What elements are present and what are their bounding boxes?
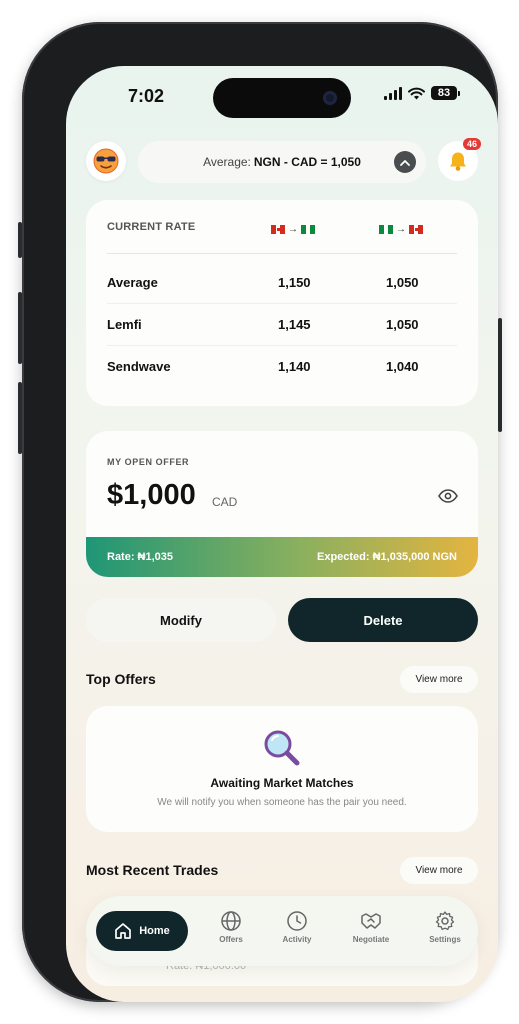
open-offer-card: MY OPEN OFFER $1,000 CAD Rate: ₦1,035 Ex… [86, 431, 478, 577]
rate-row-average: Average 1,150 1,050 [107, 261, 457, 303]
nav-offers-label: Offers [219, 935, 243, 944]
provider-name: Lemfi [107, 316, 142, 332]
rate-row-sendwave: Sendwave 1,140 1,040 [107, 345, 457, 387]
canada-flag-icon [409, 225, 424, 234]
app-screen: 7:02 83 Average: NGN - CAD = 1,050 46 CU… [66, 66, 498, 1002]
dynamic-island [213, 78, 351, 118]
column-header-ngn-to-cad: → [379, 224, 424, 235]
canada-flag-icon [271, 225, 286, 234]
action-button [18, 222, 22, 258]
phone-frame: 7:02 83 Average: NGN - CAD = 1,050 46 CU… [18, 22, 502, 1002]
nav-negotiate[interactable]: Negotiate [341, 910, 401, 944]
nav-home[interactable]: Home [96, 911, 188, 951]
rate-pill-value: NGN - CAD = 1,050 [253, 155, 361, 169]
chevron-up-icon[interactable] [394, 151, 416, 173]
rate-cad-to-ngn: 1,140 [278, 358, 311, 374]
bottom-navigation: Home Offers Activity Negotiate Settings [86, 896, 478, 966]
globe-icon [221, 911, 241, 931]
arrow-right-icon: → [396, 224, 406, 235]
eye-icon[interactable] [438, 489, 458, 503]
status-time: 7:02 [128, 86, 165, 106]
open-offer-label: MY OPEN OFFER [107, 457, 190, 467]
home-icon [115, 923, 132, 939]
battery-icon: 83 [431, 86, 460, 100]
nav-settings-label: Settings [429, 935, 461, 944]
sunglasses-emoji-icon [93, 148, 119, 174]
nav-activity[interactable]: Activity [267, 910, 327, 944]
column-header-cad-to-ngn: → [271, 224, 316, 235]
recent-trades-title: Most Recent Trades [86, 862, 219, 878]
offer-rate-bar: Rate: ₦1,035 Expected: ₦1,035,000 NGN [86, 537, 478, 577]
offer-rate: Rate: ₦1,035 [107, 551, 174, 563]
rate-ngn-to-cad: 1,050 [386, 316, 419, 332]
offer-expected: Expected: ₦1,035,000 NGN [316, 551, 457, 563]
delete-button[interactable]: Delete [288, 598, 478, 642]
notifications-button[interactable]: 46 [438, 138, 481, 181]
empty-state-title: Awaiting Market Matches [210, 776, 354, 790]
rate-pill-prefix: Average: [203, 155, 251, 169]
offer-currency: CAD [212, 495, 238, 509]
nav-activity-label: Activity [282, 935, 312, 944]
top-offers-empty-state: Awaiting Market Matches We will notify y… [86, 706, 478, 832]
handshake-icon [361, 913, 381, 929]
rate-ngn-to-cad: 1,050 [386, 274, 419, 290]
modify-button[interactable]: Modify [86, 598, 276, 642]
rate-cad-to-ngn: 1,150 [278, 274, 311, 290]
nigeria-flag-icon [301, 225, 316, 234]
arrow-right-icon: → [288, 224, 298, 235]
nav-settings[interactable]: Settings [415, 910, 475, 944]
nav-offers[interactable]: Offers [201, 910, 261, 944]
current-rate-card: CURRENT RATE → → Average 1,150 1,050 Lem… [86, 200, 478, 406]
average-rate-selector[interactable]: Average: NGN - CAD = 1,050 [138, 141, 426, 183]
nigeria-flag-icon [379, 225, 394, 234]
current-rate-heading: CURRENT RATE [107, 221, 196, 233]
provider-name: Average [107, 274, 158, 290]
volume-up-button [18, 292, 22, 364]
power-button [498, 318, 502, 432]
wifi-icon [408, 87, 425, 99]
top-offers-view-more-button[interactable]: View more [400, 666, 478, 693]
battery-level: 83 [431, 86, 457, 100]
top-offers-title: Top Offers [86, 671, 156, 687]
rate-cad-to-ngn: 1,145 [278, 316, 311, 332]
recent-trades-view-more-button[interactable]: View more [400, 857, 478, 884]
divider [107, 253, 457, 254]
avatar[interactable] [86, 141, 126, 181]
offer-amount: $1,000 [107, 479, 196, 511]
gear-icon [435, 911, 455, 931]
cellular-signal-icon [384, 86, 402, 100]
volume-down-button [18, 382, 22, 454]
rate-row-lemfi: Lemfi 1,145 1,050 [107, 303, 457, 345]
camera-icon [323, 91, 337, 105]
clock-icon [287, 911, 307, 931]
magnifier-icon [264, 730, 300, 766]
status-icons: 83 [384, 86, 460, 100]
nav-negotiate-label: Negotiate [352, 935, 390, 944]
provider-name: Sendwave [107, 358, 171, 374]
rate-ngn-to-cad: 1,040 [386, 358, 419, 374]
bell-icon [450, 152, 466, 171]
empty-state-subtitle: We will notify you when someone has the … [157, 797, 407, 808]
notification-badge: 46 [462, 138, 481, 150]
nav-home-label: Home [139, 925, 170, 937]
